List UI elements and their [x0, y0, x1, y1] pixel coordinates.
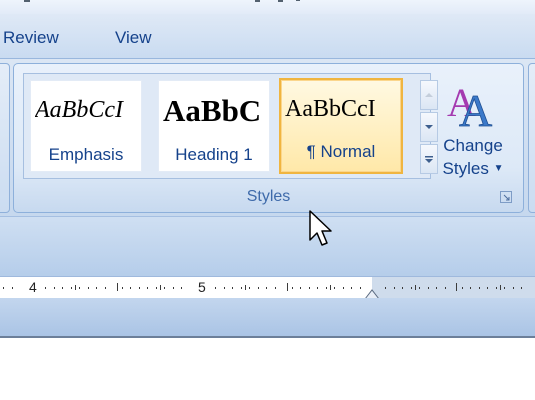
gallery-more-button[interactable] [420, 144, 438, 174]
quick-styles-gallery: AaBbCcI Emphasis AaBbC Heading 1 AaBbCcI… [23, 73, 438, 179]
style-name: ¶ Normal [306, 142, 376, 161]
ribbon-tab-row: Review View [0, 14, 535, 58]
change-styles-icon: A A [447, 80, 493, 134]
dropdown-arrow-icon: ▼ [493, 163, 504, 174]
ribbon-body: AaBbCcI Emphasis AaBbC Heading 1 AaBbCcI… [0, 58, 535, 217]
style-name: Heading 1 [175, 145, 253, 164]
horizontal-ruler[interactable]: 4 5 [0, 276, 535, 300]
paragraph-group-edge [0, 63, 10, 213]
change-styles-label-line1: Change [443, 136, 503, 155]
dialog-launcher-icon[interactable] [500, 191, 513, 204]
tab-review[interactable]: Review [3, 28, 59, 48]
change-styles-button[interactable]: A A Change Styles ▼ [438, 72, 508, 187]
ruler-number: 5 [198, 279, 206, 295]
change-styles-label-line2: Styles ▼ [442, 159, 504, 178]
scroll-down-icon [425, 125, 433, 129]
gallery-scroll-down-button[interactable] [420, 112, 438, 142]
mouse-pointer-icon [309, 210, 332, 246]
style-sample: AaBbC [163, 93, 262, 128]
ruler-bottom-band [0, 298, 535, 338]
editing-group-edge [528, 63, 535, 213]
gallery-scroll-up-button[interactable] [420, 80, 438, 110]
style-sample: AaBbCcI [285, 96, 376, 122]
ribbon-bottom-band [0, 216, 535, 277]
ruler-ticks [3, 283, 522, 291]
styles-group: AaBbCcI Emphasis AaBbC Heading 1 AaBbCcI… [13, 63, 524, 213]
tab-view[interactable]: View [115, 28, 152, 48]
title-bar [0, 0, 535, 15]
document-page[interactable] [0, 338, 535, 400]
style-sample: AaBbCcI [35, 97, 123, 123]
ruler-number: 4 [29, 279, 37, 295]
group-label-styles: Styles [246, 188, 291, 205]
style-name: Emphasis [48, 145, 124, 164]
style-emphasis[interactable]: AaBbCcI Emphasis [30, 80, 142, 172]
more-icon [425, 156, 433, 163]
style-heading-1[interactable]: AaBbC Heading 1 [158, 80, 270, 172]
scroll-up-icon [425, 93, 433, 97]
svg-text:A: A [459, 85, 492, 134]
style-normal[interactable]: AaBbCcI ¶ Normal [279, 78, 403, 174]
title-bar-fragment [24, 0, 300, 2]
